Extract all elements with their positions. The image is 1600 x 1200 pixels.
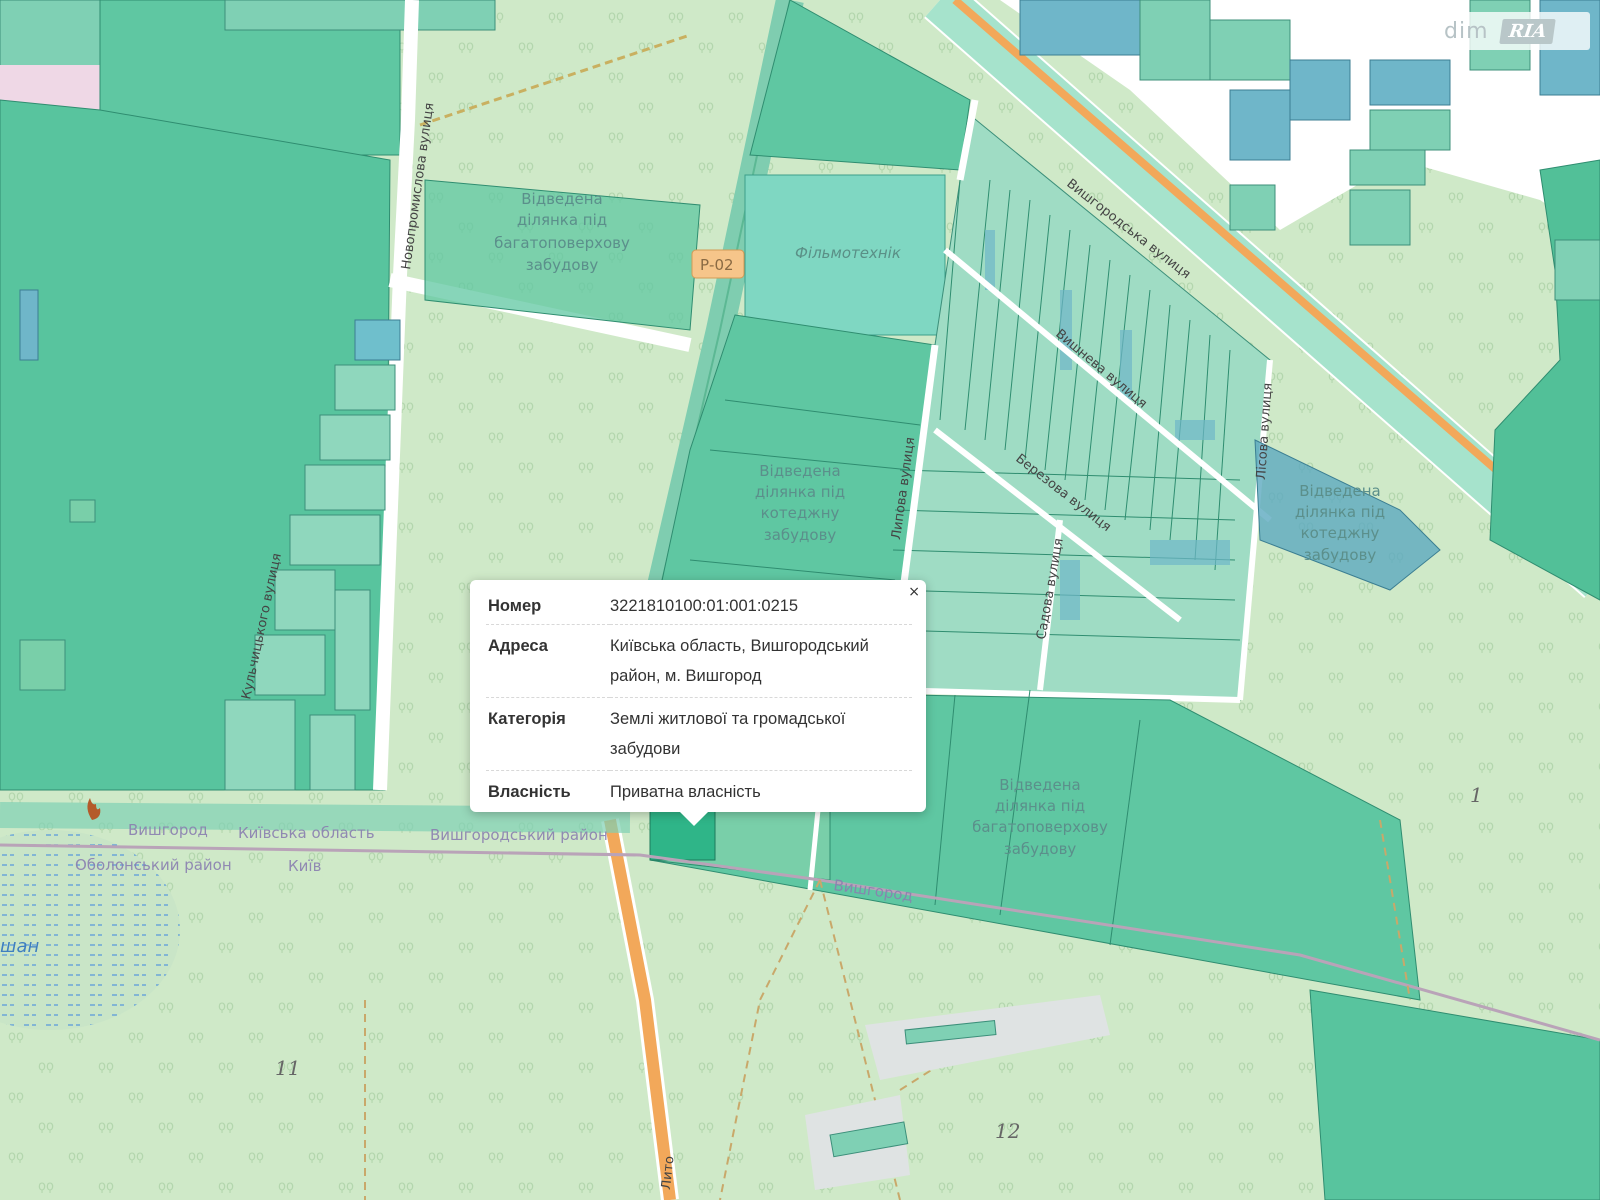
parcel-address-row: Адреса Київська область, Вишгородський р… [486, 624, 912, 698]
parcel-ownership-row: Власність Приватна власність [486, 771, 912, 814]
parcel-number-label: Номер [486, 594, 610, 625]
parcel-ownership-label: Власність [488, 783, 571, 801]
svg-text:багатоповерхову: багатоповерхову [972, 818, 1108, 836]
block-number: 12 [995, 1119, 1020, 1143]
poi-label: Фільмотехнік [795, 244, 901, 262]
svg-text:Відведена: Відведена [999, 776, 1081, 794]
svg-text:котеджну: котеджну [1301, 524, 1380, 542]
svg-text:котеджну: котеджну [761, 504, 840, 522]
parcel [19, 639, 66, 691]
svg-text:ділянка під: ділянка під [517, 211, 607, 229]
watermark-ria-logo: RIA [1498, 18, 1556, 44]
parcel-category-label: Категорія [486, 697, 610, 771]
svg-text:забудову: забудову [1304, 546, 1377, 564]
svg-text:ділянка під: ділянка під [995, 797, 1085, 815]
svg-text:забудову: забудову [1004, 840, 1077, 858]
watermark-dim-text: dim [1444, 18, 1489, 44]
svg-text:багатоповерхову: багатоповерхову [494, 234, 630, 252]
svg-text:Відведена: Відведена [759, 462, 841, 480]
popup-pointer [680, 812, 708, 826]
road-ref-label: Р-02 [700, 256, 734, 274]
water-label: шан [0, 936, 40, 957]
admin-label: Вишгород [128, 821, 208, 839]
parcel-ownership-value: Приватна власність [610, 783, 761, 801]
parcel [69, 499, 96, 523]
parcel-info-table: Номер 3221810100:01:001:0215 Адреса Київ… [486, 594, 912, 813]
svg-text:забудову: забудову [764, 526, 837, 544]
admin-label: Київська область [238, 824, 375, 842]
parcel-number-value: 3221810100:01:001:0215 [610, 594, 912, 625]
block-number: 1 [1470, 783, 1483, 807]
parcel [224, 0, 496, 31]
block-number: 11 [275, 1056, 300, 1080]
admin-label: Київ [288, 857, 321, 875]
parcel [1554, 239, 1600, 301]
parcel-info-popup: × Номер 3221810100:01:001:0215 Адреса Ки… [470, 580, 926, 826]
svg-text:забудову: забудову [526, 256, 599, 274]
close-icon[interactable]: × [908, 584, 920, 600]
parcel-number-row: Номер 3221810100:01:001:0215 [486, 594, 912, 625]
parcel-address-label: Адреса [486, 624, 610, 698]
dim-ria-watermark: dim RIA [1434, 12, 1590, 50]
svg-text:Відведена: Відведена [1299, 482, 1381, 500]
parcel [19, 289, 39, 361]
parcel-category-row: Категорія Землі житлової та громадської … [486, 697, 912, 771]
svg-text:ділянка під: ділянка під [1295, 503, 1385, 521]
admin-label: Оболонський район [75, 856, 232, 874]
admin-label: Вишгородський район [430, 826, 608, 844]
parcel-address-value: Київська область, Вишгородський район, м… [610, 624, 912, 698]
parcel-category-value: Землі житлової та громадської забудови [610, 697, 912, 771]
road-ref-shield: Р-02 [691, 249, 745, 279]
svg-text:Відведена: Відведена [521, 190, 603, 208]
svg-text:ділянка під: ділянка під [755, 483, 845, 501]
